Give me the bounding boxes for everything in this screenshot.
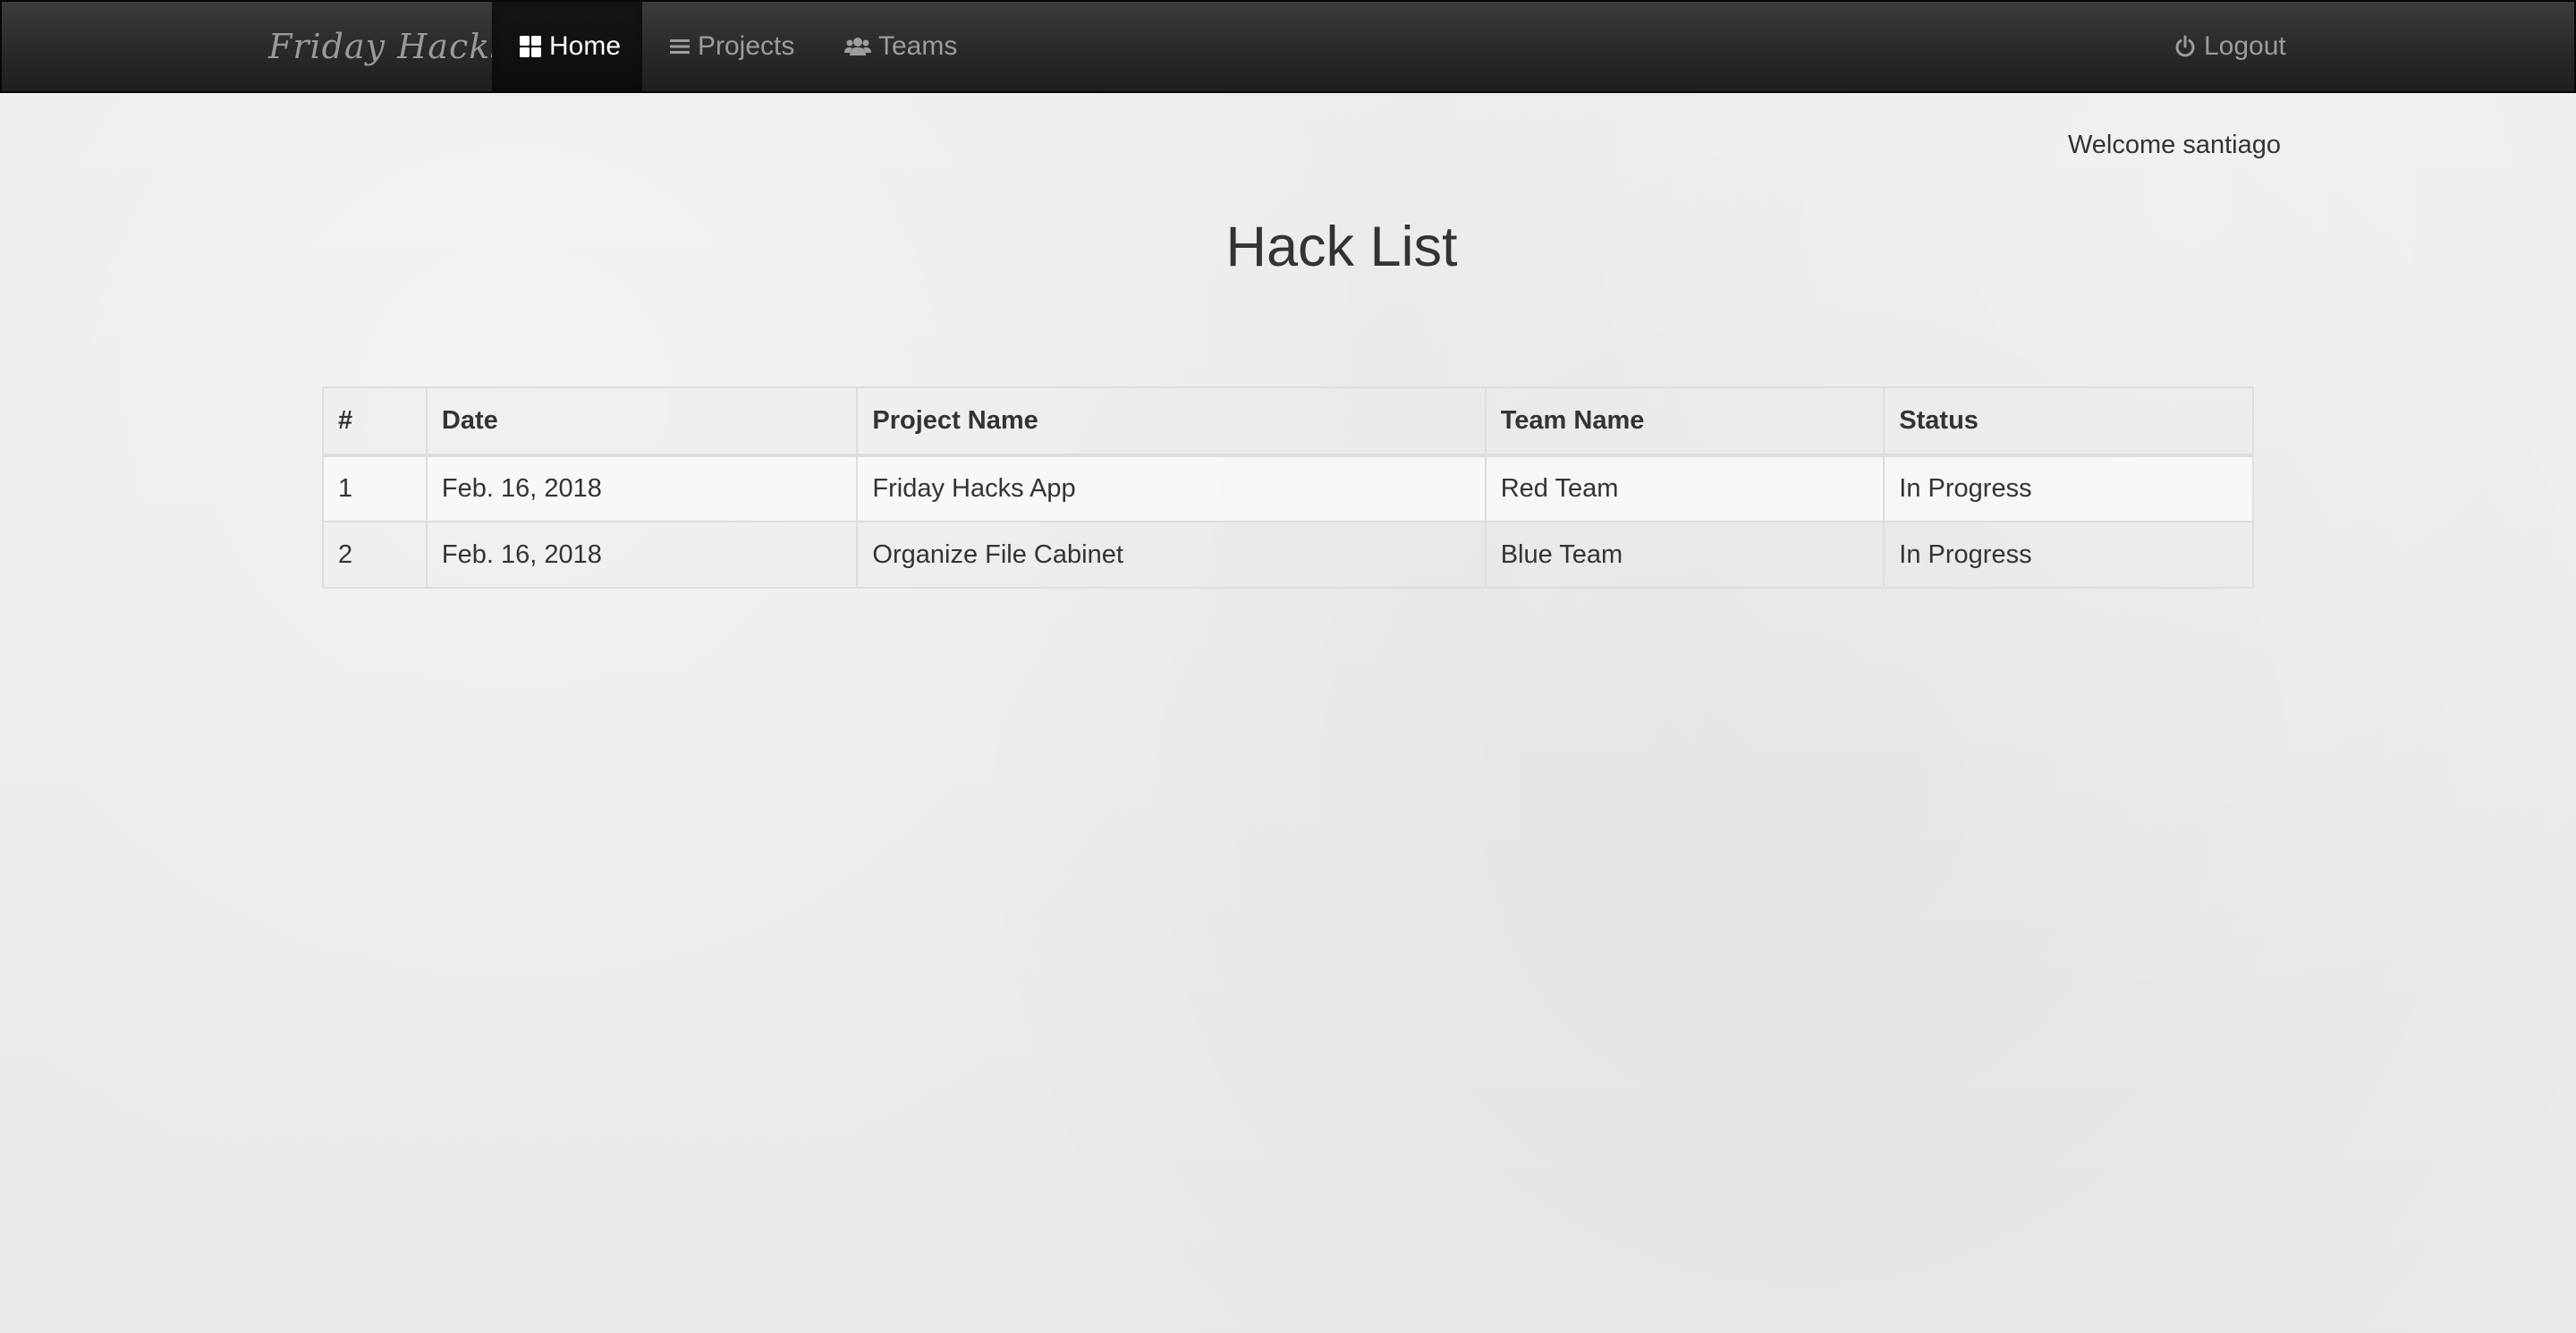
list-icon <box>669 36 691 57</box>
hack-list-table: # Date Project Name Team Name Status 1 F… <box>322 386 2254 589</box>
column-header-status: Status <box>1883 386 2254 457</box>
cell-status: In Progress <box>1883 454 2254 522</box>
table-header-row: # Date Project Name Team Name Status <box>322 386 2254 457</box>
nav-home[interactable]: Home <box>492 2 642 91</box>
top-navbar: Friday Hacks Home Projects Teams Logout <box>0 0 2576 93</box>
cell-project-name: Friday Hacks App <box>856 454 1487 522</box>
nav-projects-label: Projects <box>698 31 795 61</box>
cell-status: In Progress <box>1883 521 2254 589</box>
cell-team-name: Red Team <box>1484 454 1885 522</box>
cell-number: 1 <box>322 454 428 522</box>
table-row: 2 Feb. 16, 2018 Organize File Cabinet Bl… <box>322 521 2254 589</box>
column-header-number: # <box>322 386 428 457</box>
users-icon <box>844 36 871 57</box>
table-row: 1 Feb. 16, 2018 Friday Hacks App Red Tea… <box>322 454 2254 522</box>
power-icon <box>2174 35 2197 58</box>
page-title: Hack List <box>1225 216 1458 278</box>
nav-home-label: Home <box>549 31 622 61</box>
column-header-date: Date <box>425 386 859 457</box>
cell-date: Feb. 16, 2018 <box>425 521 859 589</box>
cell-number: 2 <box>322 521 428 589</box>
logout-label: Logout <box>2204 31 2286 61</box>
column-header-project-name: Project Name <box>856 386 1487 457</box>
page-header: Hack List <box>0 213 2576 281</box>
cell-team-name: Blue Team <box>1484 521 1885 589</box>
brand-logo[interactable]: Friday Hacks <box>268 2 509 91</box>
welcome-message: Welcome santiago <box>2067 131 2281 159</box>
nav-teams-label: Teams <box>878 31 958 61</box>
nav-projects[interactable]: Projects <box>669 2 794 91</box>
dashboard-icon <box>519 35 542 58</box>
table-body: 1 Feb. 16, 2018 Friday Hacks App Red Tea… <box>322 454 2254 589</box>
table-header: # Date Project Name Team Name Status <box>322 386 2254 457</box>
column-header-team-name: Team Name <box>1484 386 1885 457</box>
logout-button[interactable]: Logout <box>2174 2 2286 91</box>
cell-project-name: Organize File Cabinet <box>856 521 1487 589</box>
nav-teams[interactable]: Teams <box>844 2 957 91</box>
cell-date: Feb. 16, 2018 <box>425 454 859 522</box>
